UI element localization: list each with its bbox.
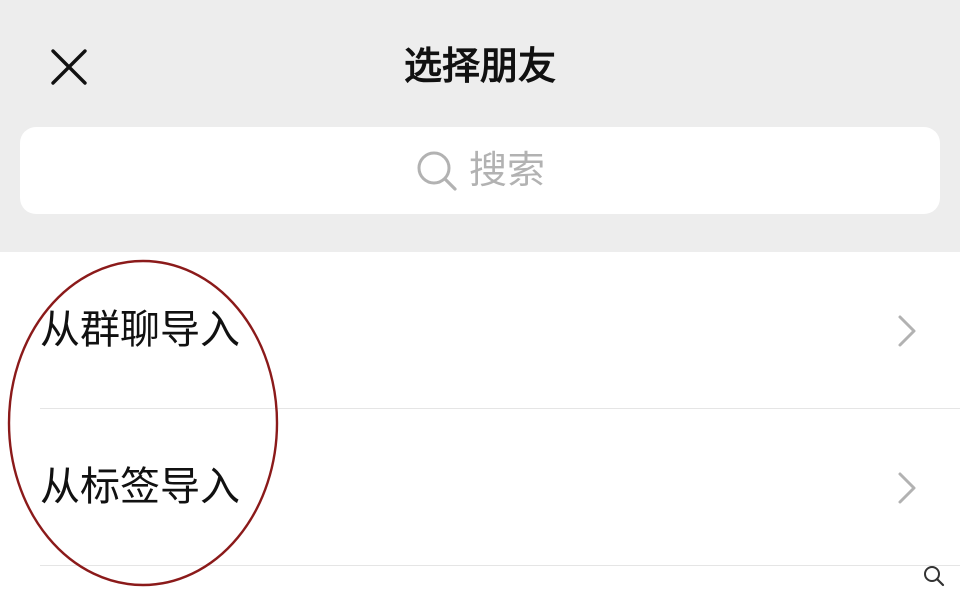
search-input[interactable]: 搜索 — [20, 127, 940, 214]
chevron-right-icon — [898, 472, 916, 504]
search-icon — [417, 151, 457, 191]
magnifier-icon[interactable] — [922, 564, 946, 588]
search-input-content[interactable]: 搜索 — [20, 127, 940, 214]
list-item-label: 从标签导入 — [40, 464, 240, 510]
list-item-import-from-group-chat[interactable]: 从群聊导入 — [0, 252, 960, 408]
search-placeholder: 搜索 — [468, 148, 545, 192]
list-item-label: 从群聊导入 — [40, 307, 240, 353]
page-title: 选择朋友 — [403, 44, 556, 88]
header-area: 选择朋友 搜索 — [0, 0, 960, 252]
list-divider — [40, 565, 960, 566]
chevron-right-icon — [898, 315, 916, 347]
list-item-import-from-tags[interactable]: 从标签导入 — [0, 409, 960, 565]
